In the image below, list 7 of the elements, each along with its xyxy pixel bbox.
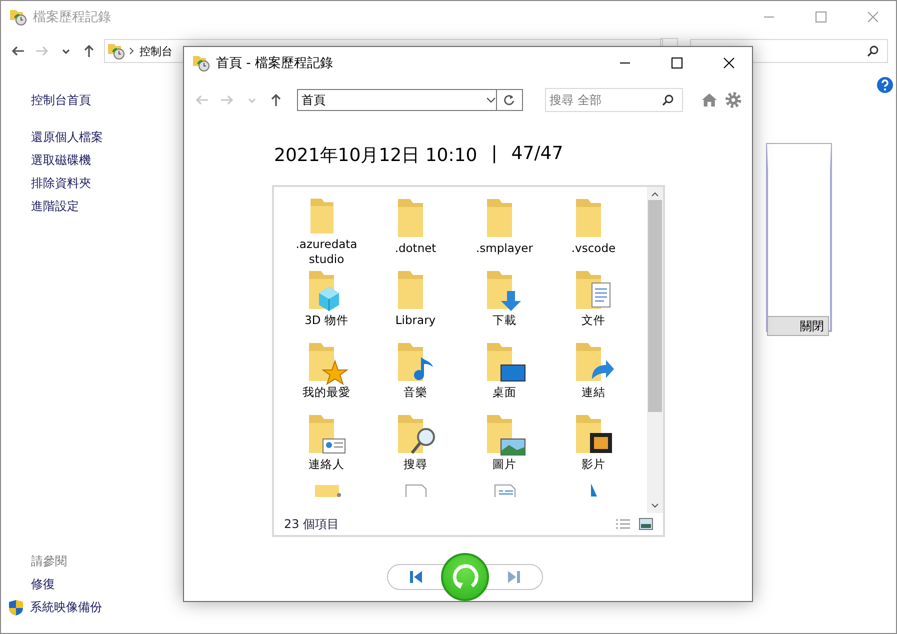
version-position: 47/47 [511, 143, 564, 166]
window-title: 首頁 - 檔案歷程記錄 [216, 55, 333, 72]
see-also-heading: 請參閱 [31, 553, 67, 570]
item-count: 23 個項目 [284, 516, 340, 532]
window-title: 檔案歷程記錄 [33, 9, 111, 26]
backup-timestamp: 2021年10月12日 10:10 [274, 144, 478, 167]
separator-text: | [491, 143, 498, 166]
